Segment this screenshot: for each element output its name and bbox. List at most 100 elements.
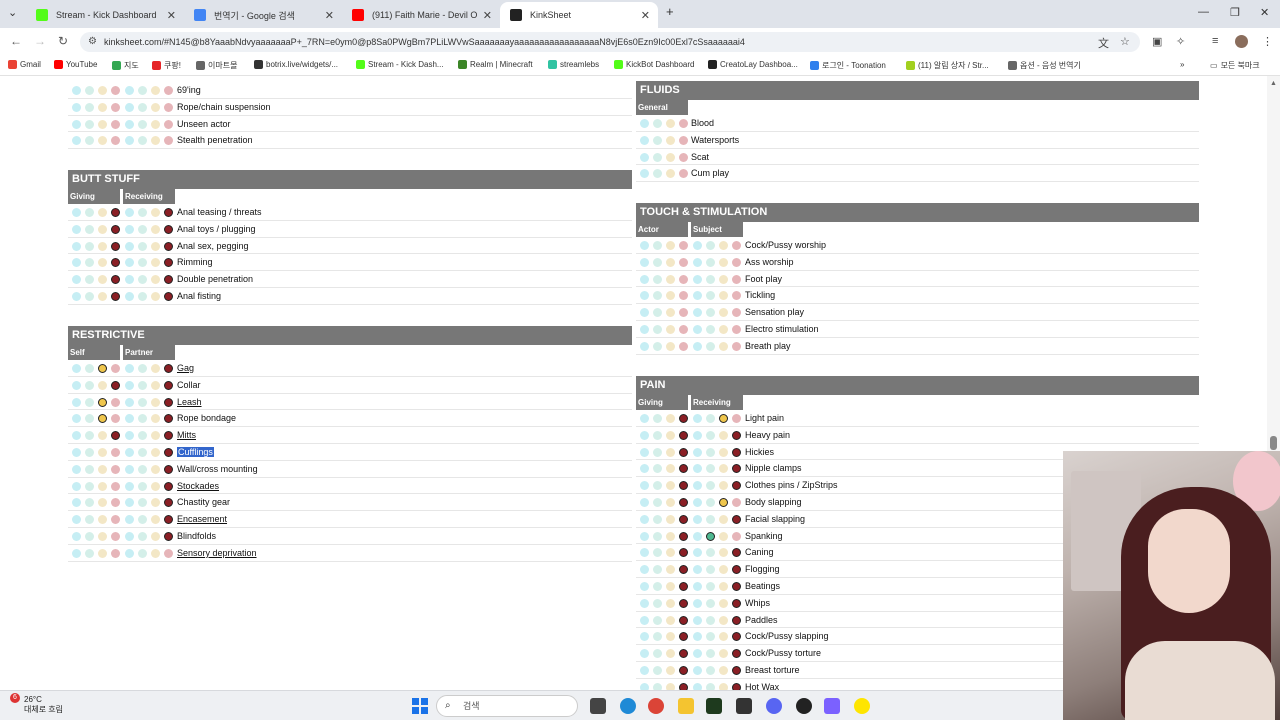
col1-choice-0[interactable]: [640, 464, 649, 474]
task-view-icon[interactable]: [590, 698, 606, 714]
col1-choice-2[interactable]: [666, 615, 675, 625]
col1-choice-1[interactable]: [653, 682, 662, 690]
col1-choice-3[interactable]: [679, 632, 688, 642]
col1-choice-0[interactable]: [640, 531, 649, 541]
col2-choice-3[interactable]: [164, 86, 173, 95]
col2-choice-0[interactable]: [125, 119, 134, 129]
col1-choice-2[interactable]: [98, 414, 107, 424]
col1-choice-1[interactable]: [653, 308, 662, 318]
extension-icon[interactable]: ▣: [1152, 35, 1162, 48]
col2-choice-2[interactable]: [151, 380, 160, 390]
col2-choice-0[interactable]: [693, 598, 702, 608]
col2-choice-0[interactable]: [125, 548, 134, 558]
col1-choice-1[interactable]: [653, 464, 662, 474]
col1-choice-3[interactable]: [679, 241, 688, 250]
col2-choice-2[interactable]: [151, 258, 160, 268]
col1-choice-2[interactable]: [666, 665, 675, 675]
col1-choice-0[interactable]: [72, 86, 81, 95]
col1-choice-0[interactable]: [640, 414, 649, 423]
col1-choice-0[interactable]: [640, 341, 649, 351]
col1-choice-0[interactable]: [72, 224, 81, 234]
col1-choice-3[interactable]: [679, 291, 688, 301]
col2-choice-3[interactable]: [732, 598, 741, 608]
col1-choice-1[interactable]: [85, 291, 94, 301]
col2-choice-3[interactable]: [164, 208, 173, 217]
col2-choice-2[interactable]: [151, 397, 160, 407]
col2-choice-2[interactable]: [719, 531, 728, 541]
puzzle-icon[interactable]: ✧: [1176, 35, 1185, 48]
col1-choice-2[interactable]: [666, 548, 675, 558]
col2-choice-1[interactable]: [706, 341, 715, 351]
col2-choice-0[interactable]: [693, 682, 702, 690]
col2-choice-0[interactable]: [693, 241, 702, 250]
col1-choice-2[interactable]: [98, 431, 107, 441]
col1-choice-3[interactable]: [111, 258, 120, 268]
col1-choice-3[interactable]: [679, 497, 688, 507]
col2-choice-1[interactable]: [706, 414, 715, 423]
col2-choice-0[interactable]: [693, 414, 702, 423]
col2-choice-0[interactable]: [693, 531, 702, 541]
kakaotalk-icon[interactable]: [854, 698, 870, 714]
col1-choice-2[interactable]: [666, 274, 675, 284]
col1-choice-3[interactable]: [679, 649, 688, 659]
media-icon[interactable]: ≡: [1212, 35, 1218, 47]
col2-choice-1[interactable]: [138, 498, 147, 508]
col2-choice-1[interactable]: [138, 224, 147, 234]
close-tab-icon[interactable]: ✕: [641, 9, 650, 22]
col2-choice-2[interactable]: [151, 291, 160, 301]
col2-choice-3[interactable]: [732, 514, 741, 524]
col1-choice-2[interactable]: [666, 291, 675, 301]
col2-choice-0[interactable]: [693, 464, 702, 474]
col2-choice-3[interactable]: [732, 341, 741, 351]
col1-choice-2[interactable]: [666, 497, 675, 507]
col2-choice-0[interactable]: [125, 136, 134, 146]
col2-choice-0[interactable]: [125, 414, 134, 424]
col2-choice-2[interactable]: [151, 447, 160, 457]
col2-choice-1[interactable]: [138, 291, 147, 301]
kick-app-icon[interactable]: [706, 698, 722, 714]
col2-choice-2[interactable]: [719, 497, 728, 507]
col1-choice-3[interactable]: [679, 308, 688, 318]
address-bar[interactable]: ⚙ kinksheet.com/#N145@b8YaaabNdvyaaaaaaa…: [80, 32, 1140, 52]
bookmark-item-13[interactable]: 옵션 - 음성 번역기: [1008, 60, 1081, 71]
col2-choice-1[interactable]: [138, 431, 147, 441]
col1-choice-0[interactable]: [72, 380, 81, 390]
bookmarks-overflow-icon[interactable]: »: [1180, 60, 1184, 69]
col1-choice-0[interactable]: [640, 241, 649, 250]
col2-choice-0[interactable]: [693, 649, 702, 659]
col1-choice-2[interactable]: [98, 380, 107, 390]
col2-choice-0[interactable]: [693, 430, 702, 440]
col1-choice-2[interactable]: [666, 531, 675, 541]
col2-choice-1[interactable]: [138, 447, 147, 457]
col2-choice-3[interactable]: [732, 649, 741, 659]
col2-choice-1[interactable]: [138, 275, 147, 285]
col2-choice-3[interactable]: [164, 397, 173, 407]
col2-choice-0[interactable]: [693, 308, 702, 318]
col2-choice-0[interactable]: [693, 665, 702, 675]
col1-choice-1[interactable]: [653, 531, 662, 541]
bookmark-item-4[interactable]: 이마트몰: [196, 60, 237, 71]
col1-choice-0[interactable]: [640, 682, 649, 690]
col1-choice-1[interactable]: [85, 548, 94, 558]
col1-choice-0[interactable]: [640, 430, 649, 440]
col2-choice-0[interactable]: [693, 257, 702, 267]
bookmark-botrix-live-widgets[interactable]: botrix.live/widgets/...: [254, 60, 338, 69]
col1-choice-1[interactable]: [85, 464, 94, 474]
col1-choice-1[interactable]: [85, 481, 94, 491]
col1-choice-1[interactable]: [653, 274, 662, 284]
col2-choice-2[interactable]: [151, 102, 160, 112]
col1-choice-0[interactable]: [72, 414, 81, 424]
translate-icon[interactable]: 文: [1098, 35, 1109, 51]
bookmark-realm-minecraft[interactable]: Realm | Minecraft: [458, 60, 533, 69]
col2-choice-2[interactable]: [151, 414, 160, 424]
col2-choice-3[interactable]: [164, 241, 173, 251]
col1-choice-0[interactable]: [640, 324, 649, 334]
col2-choice-0[interactable]: [693, 615, 702, 625]
browser-tab-2[interactable]: (911) Faith Marie - Devil O ✕: [342, 2, 500, 28]
col2-choice-2[interactable]: [719, 615, 728, 625]
col1-choice-0[interactable]: [72, 119, 81, 129]
col1-choice-3[interactable]: [111, 498, 120, 508]
col2-choice-3[interactable]: [732, 481, 741, 491]
col2-choice-2[interactable]: [719, 341, 728, 351]
col2-choice-2[interactable]: [719, 241, 728, 250]
